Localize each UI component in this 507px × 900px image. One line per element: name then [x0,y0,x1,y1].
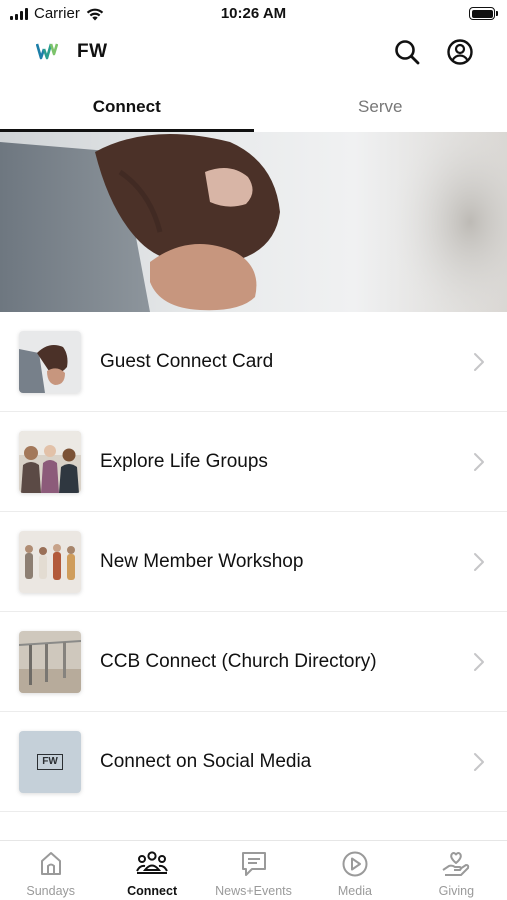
people-icon [136,851,169,874]
connect-list: Guest Connect Card Explore Life Groups N… [0,312,507,812]
people-walking-thumbnail [19,531,81,593]
church-icon [40,852,61,875]
tab-serve[interactable]: Serve [254,84,507,132]
message-icon [241,852,266,876]
handshake-thumbnail [19,331,81,393]
nav-label: Connect [127,884,178,898]
nav-news-events[interactable]: News+Events [203,841,304,900]
battery-icon [469,7,498,20]
tab-connect[interactable]: Connect [0,84,254,132]
railing-thumbnail [19,631,81,693]
fw-badge: FW [37,754,63,770]
chevron-right-icon [474,753,484,771]
nav-label: Sundays [26,884,76,898]
chevron-right-icon [474,653,484,671]
status-bar: Carrier 10:26 AM [0,0,507,28]
list-item-connect-social-media[interactable]: FW Connect on Social Media [0,712,507,812]
list-item-new-member-workshop[interactable]: New Member Workshop [0,512,507,612]
play-icon [342,851,368,877]
list-item-label: Connect on Social Media [100,751,312,772]
list-item-label: Explore Life Groups [100,451,268,472]
nav-label: Giving [438,884,475,898]
chevron-right-icon [474,553,484,571]
list-item-label: New Member Workshop [100,551,304,572]
list-item-label: Guest Connect Card [100,351,274,372]
list-item-guest-connect-card[interactable]: Guest Connect Card [0,312,507,412]
nav-sundays[interactable]: Sundays [0,841,101,900]
logo-icon [36,43,58,60]
nav-connect[interactable]: Connect [101,841,202,900]
status-time: 10:26 AM [220,5,287,22]
list-item-ccb-connect[interactable]: CCB Connect (Church Directory) [0,612,507,712]
chevron-right-icon [474,353,484,371]
list-item-label: CCB Connect (Church Directory) [100,651,377,672]
list-item-explore-life-groups[interactable]: Explore Life Groups [0,412,507,512]
app-header: FW [0,28,507,78]
nav-label: News+Events [215,884,292,898]
chevron-right-icon [474,453,484,471]
search-icon[interactable] [393,38,421,66]
tab-bar: Connect Serve [0,84,507,132]
fw-logo-thumbnail: FW [19,731,81,793]
giving-hand-icon [442,852,470,876]
group-thumbnail [19,431,81,493]
nav-giving[interactable]: Giving [406,841,507,900]
nav-label: Media [337,884,372,898]
nav-media[interactable]: Media [304,841,405,900]
bottom-nav: Sundays Connect News+Events Media Giving [0,840,507,900]
hero-image [0,132,507,312]
app-title: FW [77,41,108,62]
profile-icon[interactable] [446,38,474,66]
